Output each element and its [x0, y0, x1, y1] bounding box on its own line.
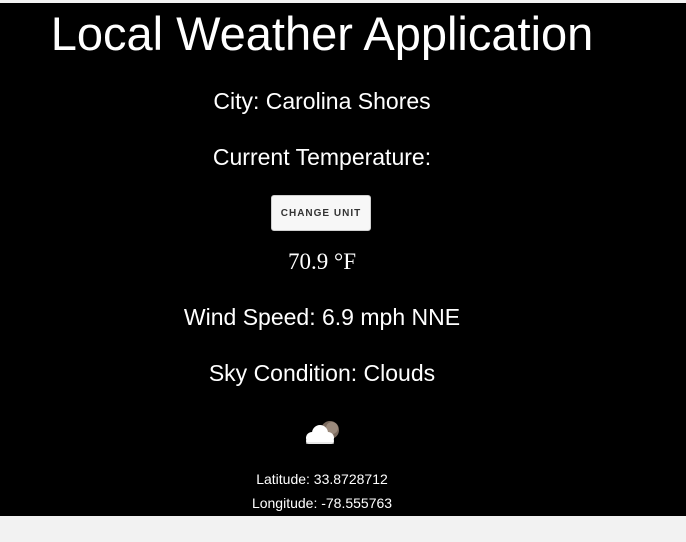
- sky-condition-text: Sky Condition: Clouds: [208, 360, 436, 386]
- temperature-value: 70.9 °F: [288, 249, 356, 274]
- longitude-text: Longitude: -78.555763: [251, 495, 393, 511]
- page-title: Local Weather Application: [50, 7, 594, 60]
- latitude-text: Latitude: 33.8728712: [256, 471, 388, 487]
- temperature-label: Current Temperature:: [212, 144, 432, 170]
- wind-speed-text: Wind Speed: 6.9 mph NNE: [183, 304, 461, 330]
- city-text: City: Carolina Shores: [213, 88, 431, 114]
- weather-app: Local Weather Application City: Carolina…: [0, 3, 686, 516]
- cloud-with-moon-icon: [306, 421, 339, 444]
- change-unit-button[interactable]: Change Unit: [271, 195, 371, 231]
